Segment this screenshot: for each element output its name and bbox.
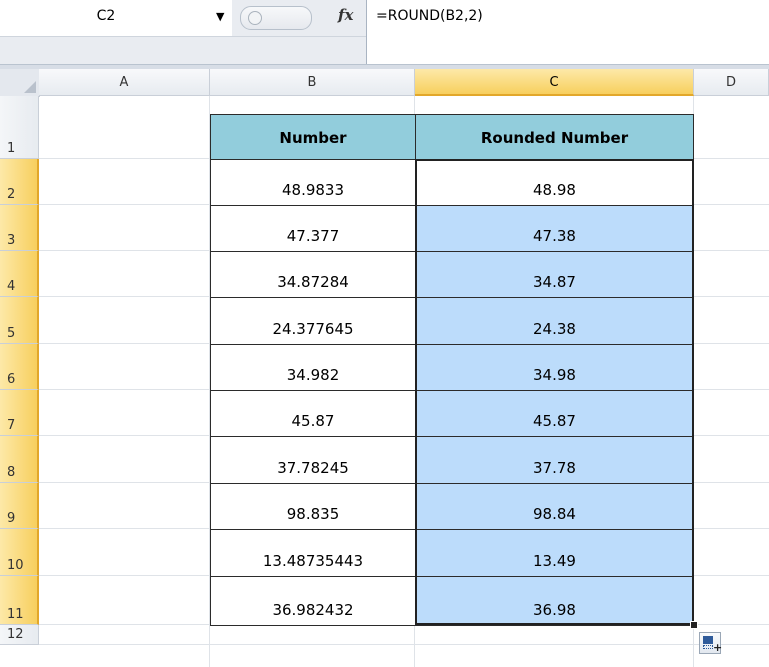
row-header-4[interactable]: 4 [0, 251, 39, 297]
cell-text: 37.78245 [277, 459, 349, 477]
select-all-button[interactable] [0, 69, 40, 97]
number-cell[interactable]: 24.377645 [210, 297, 416, 345]
name-box[interactable]: C2 ▼ [0, 0, 233, 36]
fx-icon[interactable]: fx [338, 6, 353, 24]
row-number: 7 [7, 418, 16, 433]
number-cell[interactable]: 98.835 [210, 483, 416, 530]
row-header-7[interactable]: 7 [0, 390, 39, 436]
rounded-cell[interactable]: 36.98 [415, 576, 694, 626]
rounded-cell[interactable]: 98.84 [415, 483, 694, 530]
row-header-1[interactable]: 1 [0, 96, 39, 159]
cell-text: 47.38 [533, 227, 576, 245]
row-header-12[interactable]: 12 [0, 625, 39, 645]
rounded-cell[interactable]: 34.87 [415, 251, 694, 298]
cell-text: 24.38 [533, 320, 576, 338]
cell-text: 36.98 [533, 601, 576, 619]
number-cell[interactable]: 45.87 [210, 390, 416, 437]
auto-fill-icon [703, 636, 713, 644]
row-header-8[interactable]: 8 [0, 436, 39, 483]
column-header-c[interactable]: C [415, 69, 694, 96]
rounded-cell[interactable]: 47.38 [415, 205, 694, 252]
cell-text: 47.377 [286, 227, 340, 245]
number-cell[interactable]: 34.982 [210, 344, 416, 391]
rounded-cell[interactable]: 24.38 [415, 297, 694, 345]
cell-text: 34.87 [533, 273, 576, 291]
row-header-2[interactable]: 2 [0, 159, 39, 205]
rounded-cell[interactable]: 48.98 [415, 159, 694, 206]
row-number: 4 [7, 279, 16, 294]
cell-text: 98.84 [533, 505, 576, 523]
formula-bar: C2 ▼ fx =ROUND(B2,2) [0, 0, 769, 36]
formula-bar-divider [366, 0, 367, 64]
row-number: 10 [7, 558, 24, 573]
cell-text: 34.982 [286, 366, 340, 384]
row-header-9[interactable]: 9 [0, 483, 39, 529]
row-number: 3 [7, 233, 16, 248]
cell-text: Rounded Number [480, 129, 629, 147]
row-number: 9 [7, 511, 16, 526]
header-number[interactable]: Number [210, 114, 416, 160]
formula-bar-expanded-area[interactable] [366, 36, 769, 64]
cell-text: 45.87 [291, 412, 335, 430]
cancel-icon [248, 11, 262, 25]
row-number: 6 [7, 372, 16, 387]
cell-text: 37.78 [533, 459, 576, 477]
row-header-3[interactable]: 3 [0, 205, 39, 251]
number-cell[interactable]: 48.9833 [210, 159, 416, 206]
cell-text: 24.377645 [272, 320, 354, 338]
rounded-cell[interactable]: 34.98 [415, 344, 694, 391]
formula-bar-lower [0, 36, 366, 65]
cell-text: 36.982432 [272, 601, 354, 619]
number-cell[interactable]: 37.78245 [210, 436, 416, 484]
rounded-cell[interactable]: 37.78 [415, 436, 694, 484]
cell-text: 48.98 [533, 181, 576, 199]
row-number: 8 [7, 465, 16, 480]
number-cell[interactable]: 36.982432 [210, 576, 416, 626]
number-cell[interactable]: 34.87284 [210, 251, 416, 298]
column-header-b[interactable]: B [210, 69, 415, 96]
rounded-cell[interactable]: 13.49 [415, 529, 694, 577]
chevron-down-icon[interactable]: ▼ [216, 10, 224, 23]
select-all-icon [24, 81, 36, 93]
auto-fill-options-button[interactable]: + [699, 632, 722, 654]
cell-text: 45.87 [533, 412, 576, 430]
row-header-6[interactable]: 6 [0, 344, 39, 390]
formula-bar-controls: fx [232, 0, 366, 36]
column-header-d[interactable]: D [694, 69, 769, 96]
formula-input[interactable]: =ROUND(B2,2) [376, 8, 483, 24]
column-header-a[interactable]: A [39, 69, 210, 96]
cell-text: 98.835 [286, 505, 340, 523]
cell-text: Number [279, 129, 347, 147]
fill-handle[interactable] [690, 621, 698, 629]
row-number: 2 [7, 187, 16, 202]
row-number: 1 [7, 141, 16, 156]
cell-text: 34.98 [533, 366, 576, 384]
row-number: 5 [7, 326, 16, 341]
cell-text: 34.87284 [277, 273, 349, 291]
rounded-cell[interactable]: 45.87 [415, 390, 694, 437]
worksheet-grid: A B C D 1 2 3 4 5 6 7 8 9 10 11 12 Number Rounded Nu… [0, 69, 769, 667]
row-number: 12 [7, 627, 24, 642]
number-cell[interactable]: 47.377 [210, 205, 416, 252]
cell-text: 13.48735443 [262, 552, 364, 570]
row-header-10[interactable]: 10 [0, 529, 39, 576]
row-number: 11 [7, 607, 24, 622]
spreadsheet-window: C2 ▼ fx =ROUND(B2,2) A B C D 1 2 3 4 5 6 7 8 9 10… [0, 0, 769, 667]
row-gridline [39, 644, 769, 645]
number-cell[interactable]: 13.48735443 [210, 529, 416, 577]
formula-cancel-button[interactable] [240, 6, 312, 30]
row-header-5[interactable]: 5 [0, 297, 39, 344]
name-box-value: C2 [96, 8, 116, 24]
cell-text: 48.9833 [281, 181, 345, 199]
header-rounded-number[interactable]: Rounded Number [415, 114, 694, 160]
cell-text: 13.49 [533, 552, 576, 570]
row-header-11[interactable]: 11 [0, 576, 39, 625]
